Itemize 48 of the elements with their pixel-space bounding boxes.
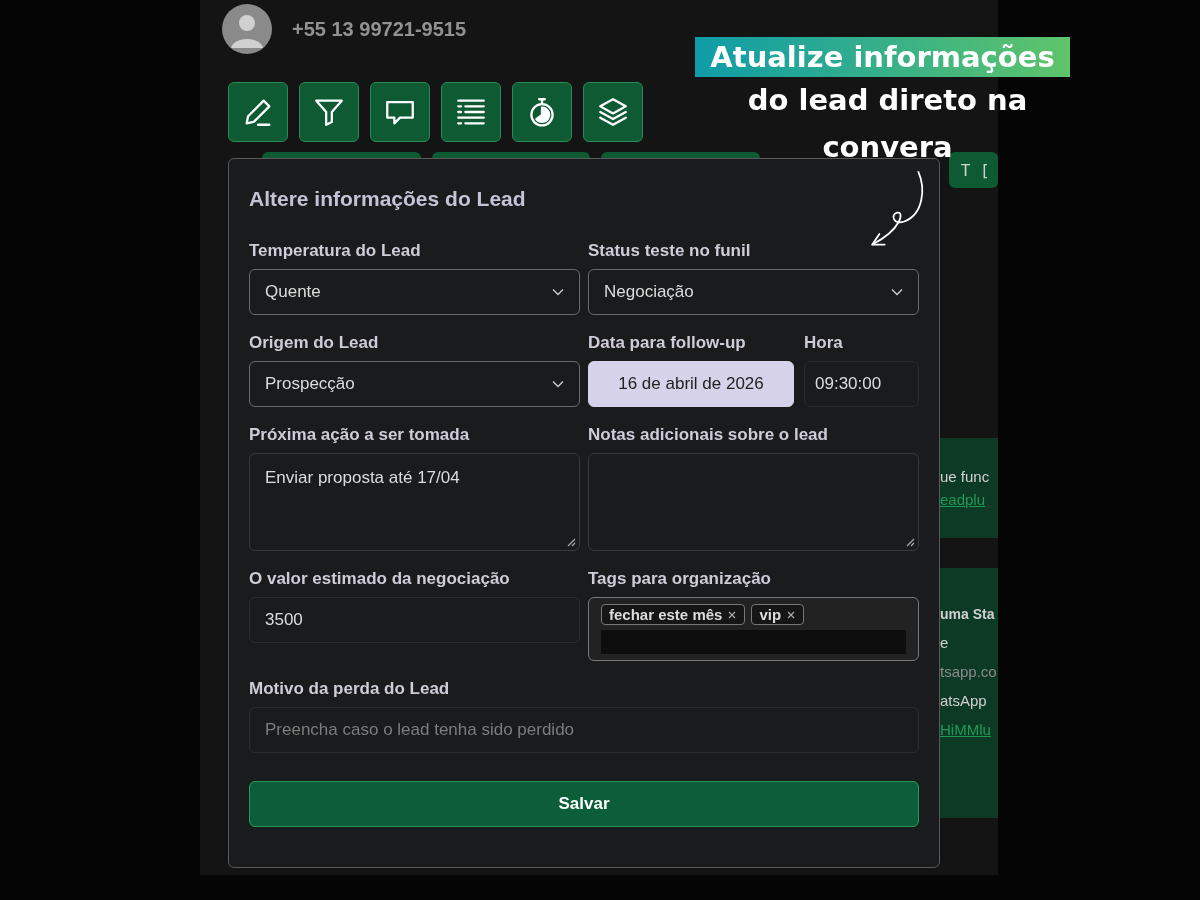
resize-handle-icon[interactable] [566,537,576,547]
form-title: Altere informações do Lead [249,187,527,211]
message-link[interactable]: eadplu [940,491,998,508]
list-button[interactable] [441,82,501,142]
tags-field[interactable]: fechar este mês vip [588,597,919,661]
timer-button[interactable] [512,82,572,142]
tag: fechar este mês [601,604,746,625]
field-label: Origem do Lead [249,333,380,353]
tag: vip [751,604,805,625]
message-text: ue func [940,468,991,485]
layers-button[interactable] [583,82,643,142]
select-field[interactable]: Negociação [588,269,919,315]
field-label: Próxima ação a ser tomada [249,425,471,445]
field-label: Motivo da perda do Lead [249,679,451,699]
remove-icon[interactable] [786,609,797,620]
message-text: atsApp [940,692,988,709]
field-label: Notas adicionais sobre o lead [588,425,829,445]
pencil-button[interactable] [228,82,288,142]
field-label: O valor estimado da negociação [249,569,511,589]
callout-text: do lead direto na [747,82,1028,119]
input-field[interactable]: 3500 [249,597,580,643]
text-area[interactable]: Enviar proposta até 17/04 [249,453,580,551]
field-label: Data para follow-up [588,333,747,353]
select-field[interactable]: Quente [249,269,580,315]
field-label: Hora [804,333,844,353]
date-field[interactable]: 16 de abril de 2026 [588,361,794,407]
field-label: Status teste no funil [588,241,752,261]
message-text: uma Sta [940,606,996,622]
resize-handle-icon[interactable] [905,537,915,547]
message-text: e [940,634,950,651]
chat-button[interactable] [370,82,430,142]
avatar [222,4,272,54]
funnel-button[interactable] [299,82,359,142]
contact-phone: +55 13 99721-9515 [292,17,467,41]
input-field[interactable]: Preencha caso o lead tenha sido perdido [249,707,919,753]
layers-icon [596,95,630,129]
remove-icon[interactable] [727,609,738,620]
message-link[interactable]: HiMMlu [940,721,998,738]
callout-headline: Atualize informações [695,37,1070,77]
select-field[interactable]: Prospecção [249,361,580,407]
save-button[interactable]: Salvar [249,781,919,827]
field-label: Temperatura do Lead [249,241,422,261]
caret-icon [552,380,564,388]
message-text: tsapp.co [940,663,998,680]
caret-icon [552,288,564,296]
caret-icon [891,288,903,296]
time-field[interactable]: 09:30:00 [804,361,919,407]
field-label: Tags para organização [588,569,772,589]
